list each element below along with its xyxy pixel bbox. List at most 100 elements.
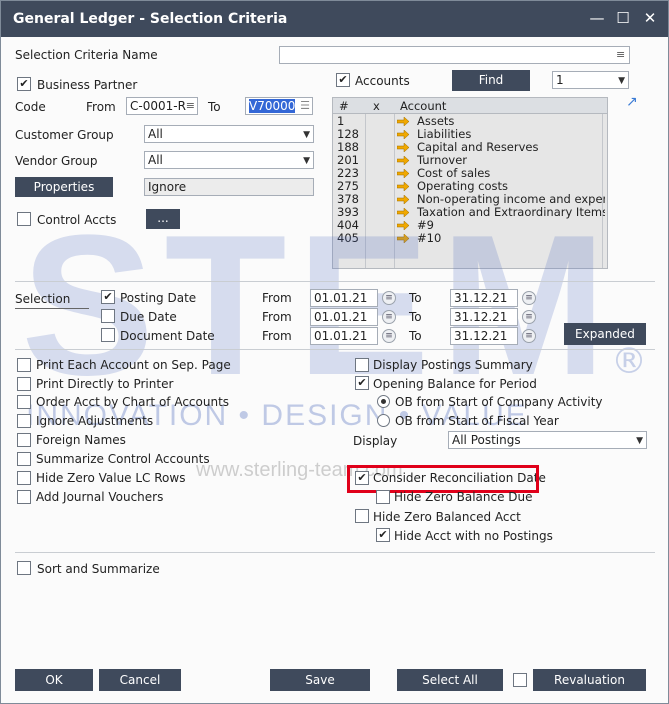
date-type-label: Posting Date: [120, 291, 197, 305]
account-name: Non-operating income and expenc: [417, 193, 605, 206]
properties-button[interactable]: Properties: [15, 177, 113, 197]
find-select[interactable]: 1 ▼: [552, 71, 629, 89]
option-checkbox[interactable]: [17, 395, 31, 409]
hide-no-postings-checkbox[interactable]: ✔: [376, 528, 390, 542]
option-checkbox[interactable]: [17, 433, 31, 447]
link-arrow-icon[interactable]: [397, 234, 409, 243]
chevron-down-icon: ▼: [303, 130, 310, 140]
criteria-name-label: Selection Criteria Name: [15, 48, 158, 62]
link-arrow-icon[interactable]: [397, 221, 409, 230]
account-row[interactable]: 405 #10: [333, 232, 607, 245]
link-arrow-icon[interactable]: [397, 182, 409, 191]
code-to-value: V70000: [249, 99, 296, 113]
hide-zero-due-checkbox[interactable]: [376, 490, 390, 504]
selection-underline: [15, 308, 89, 309]
vendor-group-select[interactable]: All ▼: [144, 151, 314, 169]
date-to-input[interactable]: 31.12.21: [450, 308, 518, 326]
link-arrow-icon[interactable]: [397, 195, 409, 204]
calendar-icon[interactable]: ≡: [522, 310, 536, 324]
calendar-icon[interactable]: ≡: [382, 329, 396, 343]
list-icon[interactable]: ≡: [616, 48, 625, 61]
date-from-input[interactable]: 01.01.21: [310, 308, 378, 326]
date-to-input[interactable]: 31.12.21: [450, 289, 518, 307]
account-name: Operating costs: [417, 180, 509, 193]
link-arrow-icon[interactable]: [397, 208, 409, 217]
date-type-label: Due Date: [120, 310, 177, 324]
expand-arrow-icon[interactable]: ↗: [626, 94, 638, 110]
account-row[interactable]: 1 Assets: [333, 115, 607, 128]
sort-summarize-checkbox[interactable]: [17, 561, 31, 575]
display-select[interactable]: All Postings ▼: [448, 431, 647, 449]
account-row[interactable]: 378 Non-operating income and expenc: [333, 193, 607, 206]
account-row[interactable]: 393 Taxation and Extraordinary Items: [333, 206, 607, 219]
option-checkbox[interactable]: [17, 471, 31, 485]
list-icon[interactable]: ≡: [186, 98, 195, 114]
col-account-header: Account: [400, 99, 447, 113]
account-name: Capital and Reserves: [417, 141, 539, 154]
link-arrow-icon[interactable]: [397, 143, 409, 152]
option-label: Order Acct by Chart of Accounts: [36, 395, 230, 409]
link-arrow-icon[interactable]: [397, 130, 409, 139]
date-to-input[interactable]: 31.12.21: [450, 327, 518, 345]
accounts-checkbox[interactable]: ✔: [336, 73, 350, 87]
option-label: Summarize Control Accounts: [36, 452, 210, 466]
accounts-grid: # x Account 1 Assets 128 Liabilities 188…: [332, 97, 608, 269]
find-button[interactable]: Find: [452, 70, 530, 91]
control-accts-button[interactable]: ...: [146, 209, 180, 229]
business-partner-checkbox[interactable]: ✔: [17, 77, 31, 91]
cancel-button[interactable]: Cancel: [99, 669, 181, 691]
code-from-label: From: [86, 100, 116, 114]
account-row[interactable]: 223 Cost of sales: [333, 167, 607, 180]
customer-group-select[interactable]: All ▼: [144, 125, 314, 143]
opening-balance-label: Opening Balance for Period: [373, 377, 537, 391]
link-arrow-icon[interactable]: [397, 156, 409, 165]
display-postings-summary-checkbox[interactable]: [355, 358, 369, 372]
code-from-input[interactable]: C-0001-R ≡: [126, 97, 198, 115]
minimize-button[interactable]: —: [586, 7, 608, 29]
select-all-button[interactable]: Select All: [397, 669, 503, 691]
ob-fiscal-radio[interactable]: [377, 414, 390, 427]
option-checkbox[interactable]: [17, 452, 31, 466]
date-from-input[interactable]: 01.01.21: [310, 289, 378, 307]
calendar-icon[interactable]: ≡: [382, 291, 396, 305]
calendar-icon[interactable]: ≡: [522, 291, 536, 305]
calendar-icon[interactable]: ≡: [522, 329, 536, 343]
calendar-icon[interactable]: ≡: [382, 310, 396, 324]
option-checkbox[interactable]: [17, 358, 31, 372]
display-value: All Postings: [452, 433, 521, 447]
option-checkbox[interactable]: [17, 377, 31, 391]
ob-fiscal-label: OB from Start of Fiscal Year: [395, 414, 559, 428]
hide-zero-due-label: Hide Zero Balance Due: [394, 490, 533, 504]
grid-header: # x Account: [333, 98, 607, 114]
account-name: #10: [417, 232, 442, 245]
code-to-input[interactable]: V70000 ☰: [245, 97, 313, 115]
date-checkbox[interactable]: ✔: [101, 290, 115, 304]
opening-balance-checkbox[interactable]: ✔: [355, 376, 369, 390]
hide-zero-acct-checkbox[interactable]: [355, 509, 369, 523]
ok-button[interactable]: OK: [15, 669, 93, 691]
control-accts-checkbox[interactable]: [17, 212, 31, 226]
account-row[interactable]: 188 Capital and Reserves: [333, 141, 607, 154]
maximize-button[interactable]: ☐: [612, 7, 634, 29]
criteria-name-input[interactable]: [279, 46, 630, 64]
close-button[interactable]: ✕: [639, 7, 661, 29]
col-x-header: x: [373, 99, 380, 113]
list-icon[interactable]: ☰: [300, 98, 310, 114]
date-checkbox[interactable]: [101, 309, 115, 323]
link-arrow-icon[interactable]: [397, 169, 409, 178]
option-checkbox[interactable]: [17, 490, 31, 504]
code-from-value: C-0001-R: [130, 99, 186, 113]
account-row[interactable]: 201 Turnover: [333, 154, 607, 167]
date-checkbox[interactable]: [101, 328, 115, 342]
revaluation-button[interactable]: Revaluation: [533, 669, 646, 691]
account-row[interactable]: 404 #9: [333, 219, 607, 232]
account-row[interactable]: 128 Liabilities: [333, 128, 607, 141]
revaluation-checkbox[interactable]: [513, 673, 527, 687]
option-checkbox[interactable]: [17, 414, 31, 428]
date-from-input[interactable]: 01.01.21: [310, 327, 378, 345]
save-button[interactable]: Save: [270, 669, 370, 691]
expanded-button[interactable]: Expanded: [564, 323, 646, 345]
account-row[interactable]: 275 Operating costs: [333, 180, 607, 193]
ob-company-radio[interactable]: [377, 395, 390, 408]
link-arrow-icon[interactable]: [397, 117, 409, 126]
